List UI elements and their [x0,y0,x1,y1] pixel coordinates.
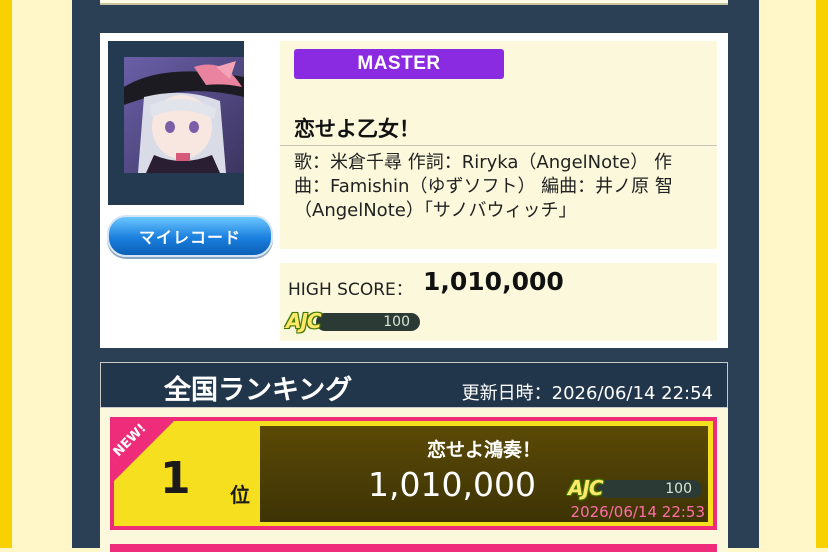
info-divider [280,145,717,146]
entry-score: 1,010,000 [368,465,536,504]
ranking-header: 全国ランキング 更新日時：2026/06/14 22:54 [100,362,728,408]
high-score-label: HIGH SCORE： [288,280,413,300]
entry-ajc-badge-icon: AJC [568,476,604,500]
song-credits: 歌：米倉千尋 作詞：Riryka（AngelNote） 作曲：Famishin（… [294,152,673,221]
ajc-indicator: 100 AJC [286,309,420,333]
entry-date: 2026/06/14 22:53 [570,503,705,521]
jacket-image[interactable] [124,57,244,173]
song-card: マイレコード MASTER 恋せよ乙女！ 歌：米倉千尋 作詞：Riryka（An… [100,33,728,348]
ranking-panel: 全国ランキング 更新日時：2026/06/14 22:54 NEW! 1 位 恋… [100,362,728,552]
entry-ajc-indicator: 100 AJC [568,476,702,500]
ajc-value: 100 [383,314,410,330]
ajc-badge-icon: AJC [286,309,322,333]
ranking-title: 全国ランキング [164,375,353,406]
ajc-bar: 100 [316,313,420,331]
my-record-label: マイレコード [138,228,241,247]
song-info-box: MASTER 恋せよ乙女！ 歌：米倉千尋 作詞：Riryka（AngelNote… [280,41,717,249]
rank-suffix: 位 [230,483,250,507]
difficulty-badge: MASTER [294,49,504,79]
left-border-rail [0,0,12,548]
entry-ajc-value: 100 [665,481,692,497]
entry-ajc-bar: 100 [598,480,702,498]
song-title: 恋せよ乙女！ [294,117,420,141]
ranking-entry[interactable]: NEW! 1 位 恋せよ鴻奏！ 1,010,000 100 AJC 2026/0… [110,417,717,530]
high-score-value: 1,010,000 [423,267,564,296]
previous-card-edge [100,0,728,5]
rank-number: 1 [160,453,191,504]
next-ranking-entry-edge [110,544,717,552]
high-score-box: HIGH SCORE： 1,010,000 100 AJC [280,263,717,341]
jacket-frame [108,41,244,205]
my-record-button[interactable]: マイレコード [107,215,273,257]
entry-player-name: 恋せよ鴻奏！ [426,439,541,461]
right-border-rail [816,0,828,548]
ranking-updated: 更新日時：2026/06/14 22:54 [461,383,713,404]
